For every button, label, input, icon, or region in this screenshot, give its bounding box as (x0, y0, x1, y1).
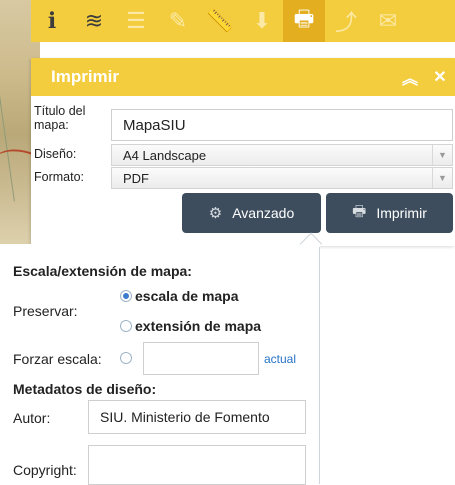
author-label: Autor: (13, 410, 51, 426)
copyright-label: Copyright: (13, 462, 77, 478)
layout-select-value: A4 Landscape (123, 147, 207, 163)
widget-toolbar: ℹ ≋ ☰ ✎ 📏 ⬇ 🖶 ⤴ ✉ (31, 0, 455, 42)
panel-header: Imprimir ︽ ✕ (31, 58, 455, 96)
format-label: Formato: (34, 170, 85, 184)
print-button[interactable]: 🖶 Imprimir (326, 193, 453, 233)
advanced-button[interactable]: ⚙ Avanzado (182, 193, 321, 233)
advanced-options-panel: Escala/extensión de mapa: Preservar: esc… (0, 244, 320, 485)
chevron-down-icon: ▼ (432, 168, 452, 188)
map-draw-icon[interactable]: ✎ (157, 0, 199, 42)
advanced-button-label: Avanzado (232, 205, 295, 221)
copyright-input[interactable] (88, 445, 306, 485)
print-button-label: Imprimir (376, 205, 427, 221)
map-title-input[interactable]: MapaSIU (111, 109, 453, 141)
current-scale-link[interactable]: actual (264, 352, 296, 366)
close-icon[interactable]: ✕ (425, 67, 455, 87)
chevron-down-icon: ▼ (432, 145, 452, 165)
format-select-value: PDF (123, 170, 149, 186)
layout-label: Diseño: (34, 147, 77, 161)
map-title-label: Título del mapa: (34, 104, 86, 132)
panel-title: Imprimir (51, 67, 120, 86)
share-icon[interactable]: ⤴ (325, 0, 367, 42)
preserve-label: Preservar: (13, 303, 78, 319)
scale-extent-heading: Escala/extensión de mapa: (13, 263, 192, 279)
extent-radio[interactable] (120, 320, 132, 332)
scale-radio[interactable] (120, 290, 132, 302)
ruler-icon[interactable]: 📏 (199, 0, 241, 42)
author-input[interactable]: SIU. Ministerio de Fomento (88, 400, 306, 434)
force-scale-radio[interactable] (120, 352, 132, 364)
gear-icon: ⚙ (208, 205, 223, 222)
map-download-icon[interactable]: ⬇ (241, 0, 283, 42)
layout-metadata-heading: Metadatos de diseño: (13, 381, 157, 397)
collapse-icon[interactable]: ︽ (395, 65, 425, 89)
force-scale-label: Forzar escala: (13, 351, 102, 367)
scale-option-label[interactable]: escala de mapa (135, 288, 239, 304)
format-select[interactable]: PDF ▼ (111, 167, 453, 189)
print-icon[interactable]: 🖶 (283, 0, 325, 42)
extent-option-label[interactable]: extensión de mapa (135, 318, 261, 334)
layout-select[interactable]: A4 Landscape ▼ (111, 144, 453, 166)
info-cursor-icon[interactable]: ℹ (31, 0, 73, 42)
print-panel: Imprimir ︽ ✕ Título del mapa: MapaSIU Di… (31, 58, 455, 246)
mail-icon[interactable]: ✉ (367, 0, 409, 42)
legend-list-icon[interactable]: ☰ (115, 0, 157, 42)
force-scale-input[interactable] (143, 342, 259, 375)
layers-icon[interactable]: ≋ (73, 0, 115, 42)
printer-icon: 🖶 (352, 202, 367, 220)
